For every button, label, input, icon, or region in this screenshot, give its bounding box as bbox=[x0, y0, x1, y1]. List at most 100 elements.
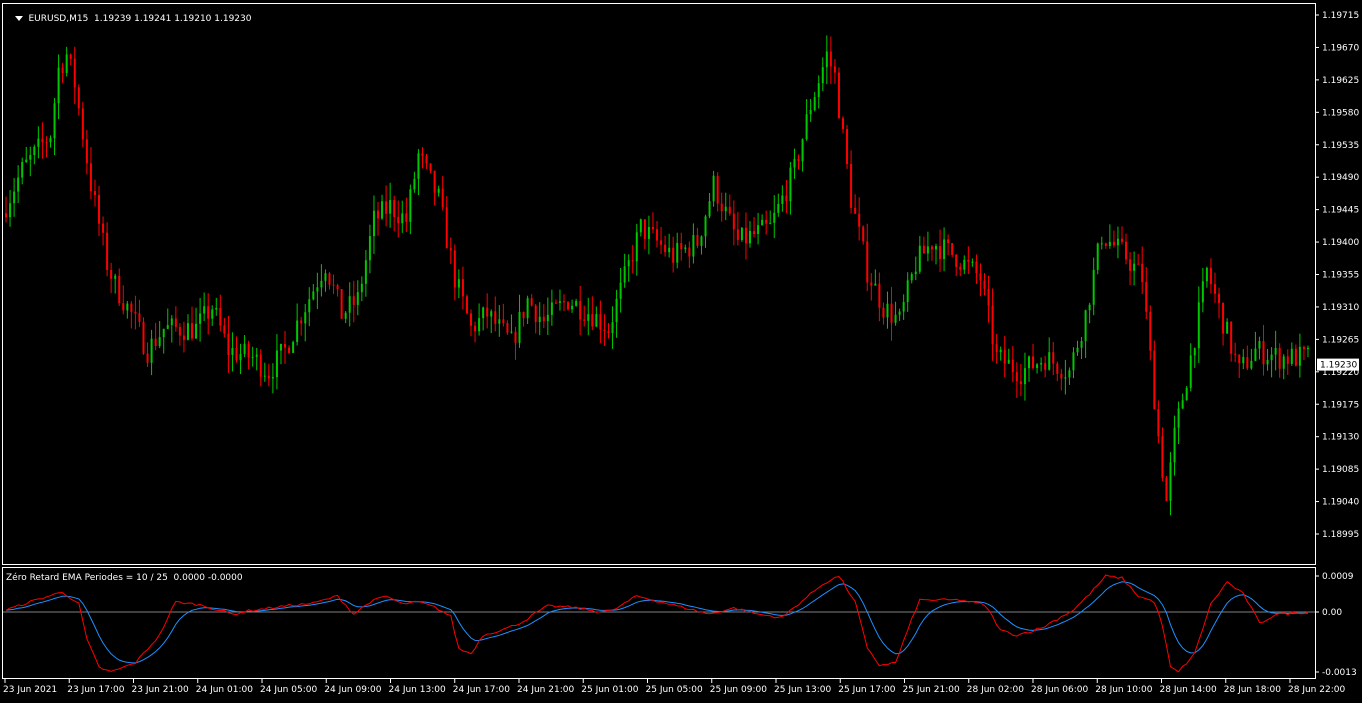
candle bbox=[829, 36, 832, 85]
candle bbox=[166, 308, 169, 330]
candle-body bbox=[947, 239, 950, 244]
candle bbox=[930, 245, 933, 261]
candle bbox=[158, 321, 161, 349]
candle-body bbox=[664, 244, 667, 253]
candle-body bbox=[1222, 303, 1225, 334]
candle-body bbox=[449, 248, 452, 251]
dropdown-triangle-icon[interactable] bbox=[15, 16, 24, 21]
candle-body bbox=[118, 275, 121, 304]
candle bbox=[203, 292, 206, 322]
candle-body bbox=[344, 312, 347, 319]
candle bbox=[1254, 331, 1257, 362]
candle bbox=[542, 304, 545, 329]
candle bbox=[296, 303, 299, 346]
candle-body bbox=[777, 203, 780, 213]
candle-body bbox=[902, 301, 905, 312]
candle-body bbox=[332, 284, 335, 286]
time-label: 28 Jun 06:00 bbox=[1031, 685, 1088, 695]
candle bbox=[433, 170, 436, 206]
candle-body bbox=[542, 316, 545, 322]
candle-body bbox=[1157, 409, 1160, 437]
candle-body bbox=[279, 344, 282, 351]
candle bbox=[482, 306, 485, 331]
candle bbox=[708, 192, 711, 219]
candle bbox=[841, 116, 844, 134]
candle-body bbox=[247, 343, 250, 358]
candle bbox=[514, 326, 517, 360]
indicator-axis-label: 0.0009 bbox=[1322, 572, 1354, 582]
candle bbox=[1096, 242, 1099, 275]
candle-body bbox=[57, 67, 60, 104]
candle-body bbox=[1125, 241, 1128, 260]
candle-body bbox=[736, 229, 739, 241]
candle bbox=[639, 218, 642, 237]
price-label: 1.19400 bbox=[1322, 238, 1359, 248]
candle bbox=[623, 253, 626, 288]
candle-body bbox=[267, 375, 270, 379]
candle bbox=[45, 136, 48, 158]
candle-body bbox=[106, 232, 109, 270]
candle-body bbox=[708, 201, 711, 217]
candle-body bbox=[870, 282, 873, 286]
candle-body bbox=[1003, 349, 1006, 364]
candle bbox=[1242, 349, 1245, 370]
candle-body bbox=[1185, 387, 1188, 401]
candle-body bbox=[441, 188, 444, 208]
candle-body bbox=[688, 247, 691, 257]
candle-body bbox=[833, 66, 836, 73]
candle bbox=[288, 345, 291, 355]
candle bbox=[947, 234, 950, 256]
candle-body bbox=[866, 241, 869, 283]
chart-header[interactable]: EURUSD,M15 1.19239 1.19241 1.19210 1.192… bbox=[4, 4, 251, 34]
candle bbox=[854, 194, 857, 214]
candle bbox=[651, 212, 654, 233]
candle bbox=[142, 317, 145, 355]
candle-body bbox=[429, 163, 432, 171]
candle bbox=[995, 333, 998, 364]
candle bbox=[631, 244, 634, 274]
candle bbox=[259, 349, 262, 387]
candle bbox=[33, 144, 36, 165]
time-label: 24 Jun 01:00 bbox=[196, 685, 253, 695]
candle-body bbox=[364, 260, 367, 284]
candle-body bbox=[607, 331, 610, 334]
candle-body bbox=[821, 67, 824, 84]
indicator-axis-label: 0.00 bbox=[1322, 608, 1342, 618]
candle bbox=[393, 195, 396, 232]
candle bbox=[898, 308, 901, 321]
price-label: 1.19355 bbox=[1322, 271, 1359, 281]
candle bbox=[1036, 362, 1039, 374]
candle bbox=[615, 289, 618, 338]
candle bbox=[255, 347, 258, 371]
time-axis: 23 Jun 2021 23 Jun 17:00 23 Jun 21:00 24 Ju… bbox=[3, 679, 1345, 695]
price-label: 1.19580 bbox=[1322, 108, 1359, 118]
candle bbox=[114, 273, 117, 294]
candle bbox=[744, 212, 747, 260]
candle-body bbox=[110, 269, 113, 279]
candle-body bbox=[1205, 267, 1208, 282]
price-label: 1.19490 bbox=[1322, 173, 1359, 183]
time-label: 25 Jun 05:00 bbox=[646, 685, 703, 695]
candle-body bbox=[506, 323, 509, 333]
candle bbox=[1104, 242, 1107, 249]
candle-body bbox=[174, 318, 177, 327]
candle-body bbox=[550, 302, 553, 315]
candle-body bbox=[753, 231, 756, 234]
candle bbox=[312, 284, 315, 301]
candle-body bbox=[817, 83, 820, 98]
current-price-label: 1.19230 bbox=[1320, 361, 1357, 371]
candle bbox=[1068, 367, 1071, 385]
candle-body bbox=[1153, 350, 1156, 410]
candle-body bbox=[381, 201, 384, 219]
candle bbox=[825, 35, 828, 85]
candle bbox=[579, 285, 582, 336]
candle bbox=[348, 282, 351, 327]
candle bbox=[478, 303, 481, 336]
candle bbox=[959, 262, 962, 277]
candle bbox=[955, 253, 958, 277]
candle-body bbox=[854, 207, 857, 214]
candle bbox=[186, 314, 189, 341]
candle-body bbox=[918, 245, 921, 272]
candle bbox=[1076, 340, 1079, 356]
candle bbox=[797, 154, 800, 170]
